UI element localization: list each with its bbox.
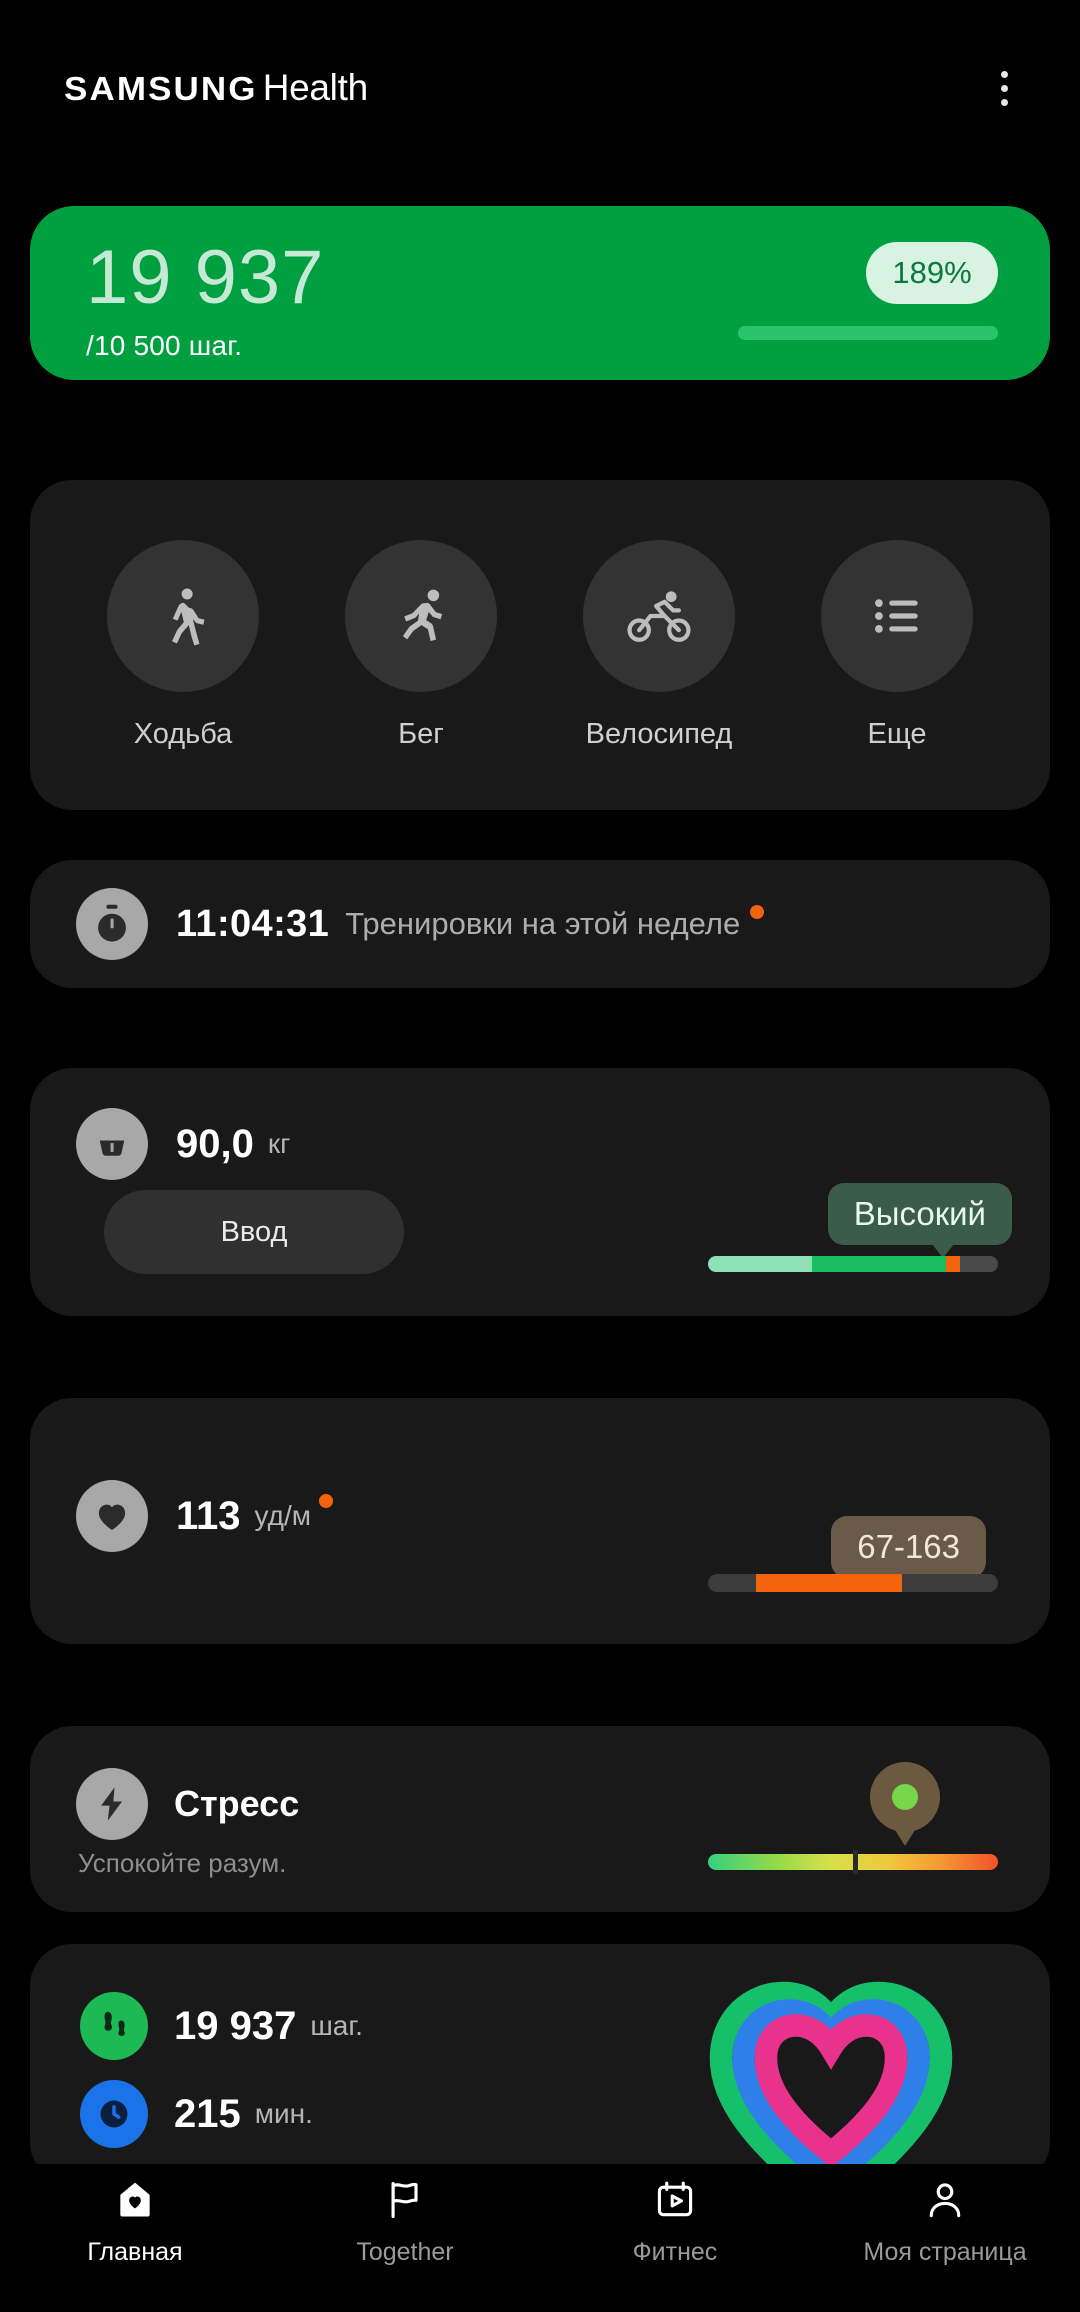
stress-gradient-bar: [708, 1850, 998, 1874]
running-icon: [345, 539, 497, 692]
activity-shortcuts-card: Ходьба Бег Велосипед Еще: [30, 480, 1050, 810]
heart-rate-value: 113: [176, 1493, 241, 1538]
heart-rate-range-badge: 67-163: [831, 1516, 986, 1591]
stress-card[interactable]: Стресс Успокойте разум.: [30, 1726, 1050, 1912]
summary-row-steps: 19 937 шаг.: [80, 1992, 363, 2060]
home-heart-icon: [120, 2182, 150, 2217]
activity-cycling[interactable]: Велосипед: [540, 539, 778, 751]
heart-notification-dot: [318, 1494, 333, 1508]
bmi-segment-bar: [708, 1256, 998, 1272]
clock-icon: [80, 2080, 148, 2148]
workout-time: 11:04:31: [176, 902, 330, 945]
bmi-segment: [960, 1256, 998, 1272]
kebab-menu-icon[interactable]: [991, 61, 1018, 116]
heart-icon: [76, 1480, 148, 1552]
bmi-status-badge: Высокий: [827, 1183, 1012, 1258]
workout-notification-dot: [750, 905, 765, 919]
weight-unit: кг: [267, 1128, 291, 1159]
nav-together-label: Together: [356, 2238, 454, 2266]
nav-mypage-label: Моя страница: [863, 2238, 1027, 2266]
bmi-segment: [812, 1256, 946, 1272]
bmi-segment: [945, 1256, 961, 1272]
summary-minutes-value: 215: [174, 2091, 241, 2136]
heart-rate-bar: [708, 1574, 998, 1592]
walking-icon: [107, 539, 259, 692]
activity-walking-label: Ходьба: [133, 717, 233, 750]
scale-icon: [76, 1108, 148, 1180]
stress-marker: [853, 1850, 858, 1874]
nav-home-label: Главная: [87, 2238, 183, 2266]
activity-rings: [709, 1981, 953, 2184]
daily-summary-card[interactable]: 19 937 шаг. 215 мин.: [30, 1944, 1050, 2184]
steps-progress-bar: [738, 326, 998, 340]
brand-samsung-text: SAMSUNG: [64, 70, 258, 107]
activity-cycling-label: Велосипед: [585, 717, 733, 750]
calendar-play-icon: [657, 2181, 693, 2217]
workout-subtitle: Тренировки на этой неделе: [345, 906, 741, 941]
activity-running-label: Бег: [398, 717, 444, 750]
heart-rate-card[interactable]: 113 уд/м 67-163: [30, 1398, 1050, 1644]
weight-input-button[interactable]: Ввод: [104, 1190, 404, 1274]
summary-minutes-unit: мин.: [254, 2098, 313, 2129]
summary-steps-value: 19 937: [174, 2003, 297, 2048]
weight-value: 90,0: [176, 1121, 254, 1166]
nav-item-home[interactable]: Главная: [0, 2178, 270, 2267]
brand-health-text: Health: [262, 67, 368, 108]
samsung-health-home: SAMSUNG Health 19 937 /10 500 шаг. 189% …: [0, 0, 1080, 2312]
summary-row-minutes: 215 мин.: [80, 2080, 313, 2148]
activity-running[interactable]: Бег: [302, 539, 540, 751]
stress-indicator-knob: [870, 1762, 940, 1846]
summary-steps-unit: шаг.: [310, 2010, 363, 2041]
activity-more[interactable]: Еще: [778, 539, 1016, 751]
steps-progress-area: 189%: [708, 242, 998, 340]
steps-icon: [80, 1992, 148, 2060]
steps-card[interactable]: 19 937 /10 500 шаг. 189%: [30, 206, 1050, 380]
stopwatch-icon: [76, 888, 148, 960]
person-icon: [929, 2183, 961, 2218]
stress-indicator-dot: [892, 1784, 918, 1810]
workout-card[interactable]: 11:04:31 Тренировки на этой неделе: [30, 860, 1050, 988]
steps-percent-badge: 189%: [866, 242, 998, 304]
flag-icon: [391, 2181, 418, 2219]
bmi-segment: [708, 1256, 813, 1272]
cycling-icon: [583, 539, 735, 692]
heart-rate-bar-fill: [756, 1574, 902, 1592]
bottom-navigation: Главная Together Фитнес Моя страница: [0, 2164, 1080, 2312]
activity-walking[interactable]: Ходьба: [64, 539, 302, 751]
nav-item-fitness[interactable]: Фитнес: [540, 2178, 810, 2267]
stress-title: Стресс: [174, 1783, 300, 1824]
nav-item-mypage[interactable]: Моя страница: [810, 2178, 1080, 2267]
heart-rate-unit: уд/м: [254, 1500, 311, 1531]
stress-subtitle: Успокойте разум.: [78, 1848, 287, 1878]
weight-card[interactable]: 90,0 кг Ввод Высокий: [30, 1068, 1050, 1316]
activity-more-label: Еще: [867, 717, 927, 750]
list-more-icon: [821, 539, 973, 692]
app-brand: SAMSUNG Health: [64, 67, 368, 109]
nav-fitness-label: Фитнес: [632, 2238, 718, 2266]
app-header: SAMSUNG Health: [0, 0, 1080, 176]
lightning-icon: [76, 1768, 148, 1840]
nav-item-together[interactable]: Together: [270, 2178, 540, 2267]
